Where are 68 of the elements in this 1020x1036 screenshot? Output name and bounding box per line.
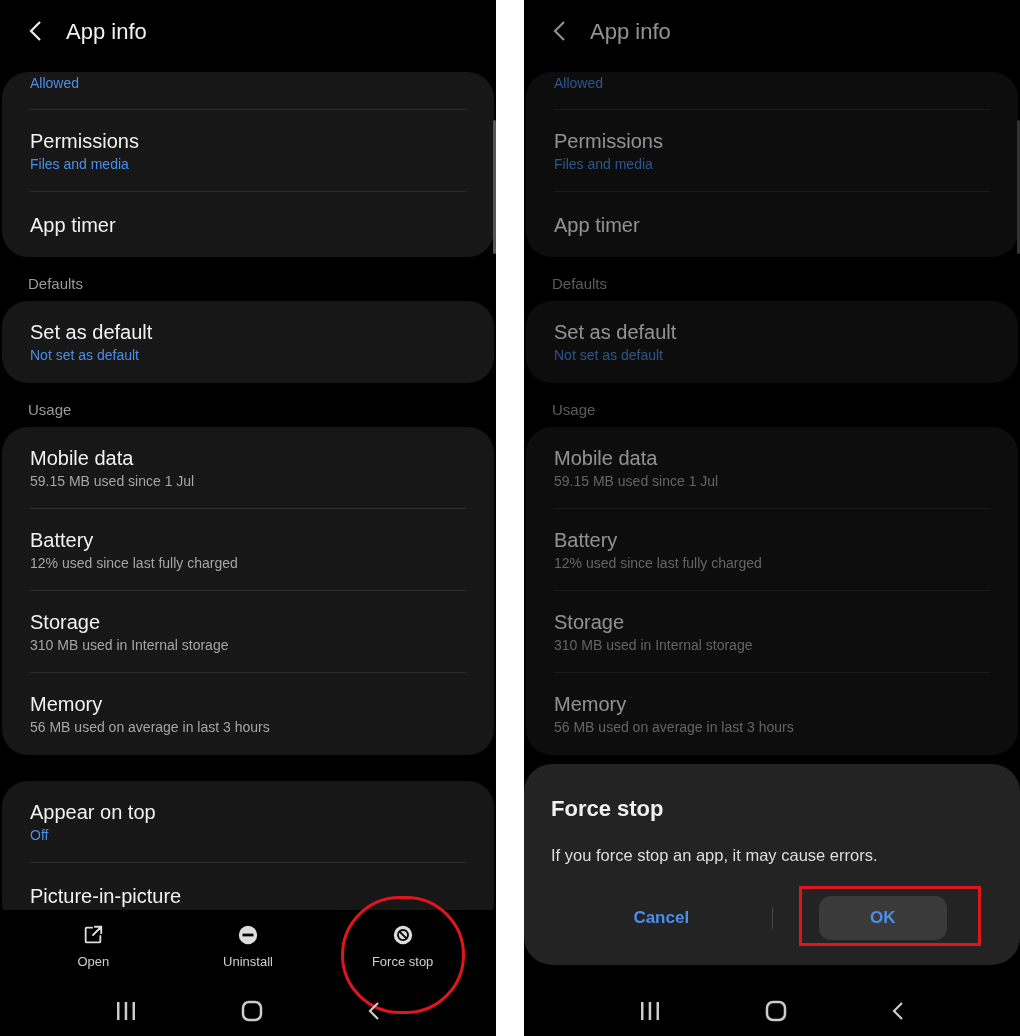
prohibited-icon xyxy=(391,923,414,946)
screen-title: App info xyxy=(590,17,671,46)
item-title: Battery xyxy=(30,527,95,553)
item-title: App timer xyxy=(30,212,117,238)
dialog-button[interactable]: Cancel xyxy=(597,895,726,940)
item-title: Memory xyxy=(554,692,628,717)
item-title: Storage xyxy=(554,609,626,635)
row-subtitle: Allowed xyxy=(554,74,604,93)
item-title: Permissions xyxy=(30,128,140,154)
settings-item[interactable]: Picture-in-picture xyxy=(30,863,466,910)
item-subtitle: Off xyxy=(30,825,50,845)
settings-item[interactable]: Memory 56 MB used on average in last 3 hours xyxy=(554,673,990,755)
settings-item[interactable]: Battery 12% used since last fully charged xyxy=(554,509,990,591)
action-button[interactable]: Uninstall xyxy=(223,923,273,972)
settings-item[interactable]: Battery 12% used since last fully charged xyxy=(30,509,466,591)
home-icon[interactable] xyxy=(765,999,787,1022)
item-title: Set as default xyxy=(554,320,678,345)
item-subtitle: Files and media xyxy=(554,154,654,174)
item-subtitle: 12% used since last fully charged xyxy=(554,553,763,573)
section-label: Usage xyxy=(552,399,596,420)
row-subtitle: Allowed xyxy=(30,74,80,93)
item-title: Set as default xyxy=(30,320,154,345)
settings-item[interactable]: Storage 310 MB used in Internal storage xyxy=(554,591,990,673)
screen-title: App info xyxy=(66,17,147,46)
item-title: Permissions xyxy=(554,128,664,154)
item-title: Appear on top xyxy=(30,799,157,825)
item-subtitle: 59.15 MB used since 1 Jul xyxy=(554,471,720,491)
settings-item[interactable]: Permissions Files and media xyxy=(30,110,466,192)
item-subtitle: 12% used since last fully charged xyxy=(30,553,239,573)
item-subtitle: Not set as default xyxy=(554,346,664,365)
settings-item[interactable]: Appear on top Off xyxy=(30,781,466,863)
settings-item[interactable]: Mobile data 59.15 MB used since 1 Jul xyxy=(554,427,990,509)
settings-item[interactable]: App timer xyxy=(554,192,990,257)
item-subtitle: 310 MB used in Internal storage xyxy=(30,635,230,655)
item-subtitle: 310 MB used in Internal storage xyxy=(554,635,754,655)
back-icon[interactable] xyxy=(891,1000,904,1021)
recent-apps-icon[interactable] xyxy=(640,1001,661,1020)
back-icon[interactable] xyxy=(367,1000,380,1021)
settings-item[interactable]: Set as default Not set as default xyxy=(554,301,990,383)
home-icon[interactable] xyxy=(241,999,263,1022)
recent-apps-icon[interactable] xyxy=(116,1001,137,1020)
settings-item[interactable]: Set as default Not set as default xyxy=(30,301,466,383)
settings-item[interactable]: App timer xyxy=(30,192,466,257)
settings-item[interactable]: Storage 310 MB used in Internal storage xyxy=(30,591,466,673)
settings-item[interactable]: Mobile data 59.15 MB used since 1 Jul xyxy=(30,427,466,509)
dialog-title: Force stop xyxy=(551,795,665,823)
item-title: Picture-in-picture xyxy=(30,883,183,909)
section-label: Defaults xyxy=(552,273,608,294)
section-label: Usage xyxy=(28,399,72,420)
item-subtitle: Not set as default xyxy=(30,346,140,365)
minus-circle-icon xyxy=(236,923,259,946)
item-title: App timer xyxy=(554,212,641,238)
section-label: Defaults xyxy=(28,273,84,294)
item-title: Mobile data xyxy=(554,445,659,471)
item-title: Battery xyxy=(554,527,619,553)
action-button[interactable]: Open xyxy=(77,923,110,972)
action-button[interactable]: Force stop xyxy=(371,923,434,972)
item-subtitle: Files and media xyxy=(30,154,130,174)
share-icon xyxy=(82,923,105,946)
settings-item[interactable]: Memory 56 MB used on average in last 3 hours xyxy=(30,673,466,755)
item-subtitle: 56 MB used on average in last 3 hours xyxy=(554,718,795,737)
item-title: Memory xyxy=(30,692,104,717)
item-subtitle: 59.15 MB used since 1 Jul xyxy=(30,471,196,491)
item-title: Storage xyxy=(30,609,102,635)
dialog-message: If you force stop an app, it may cause errors. xyxy=(551,845,879,866)
settings-item[interactable]: Permissions Files and media xyxy=(554,110,990,192)
item-title: Mobile data xyxy=(30,445,135,471)
item-subtitle: 56 MB used on average in last 3 hours xyxy=(30,718,271,737)
